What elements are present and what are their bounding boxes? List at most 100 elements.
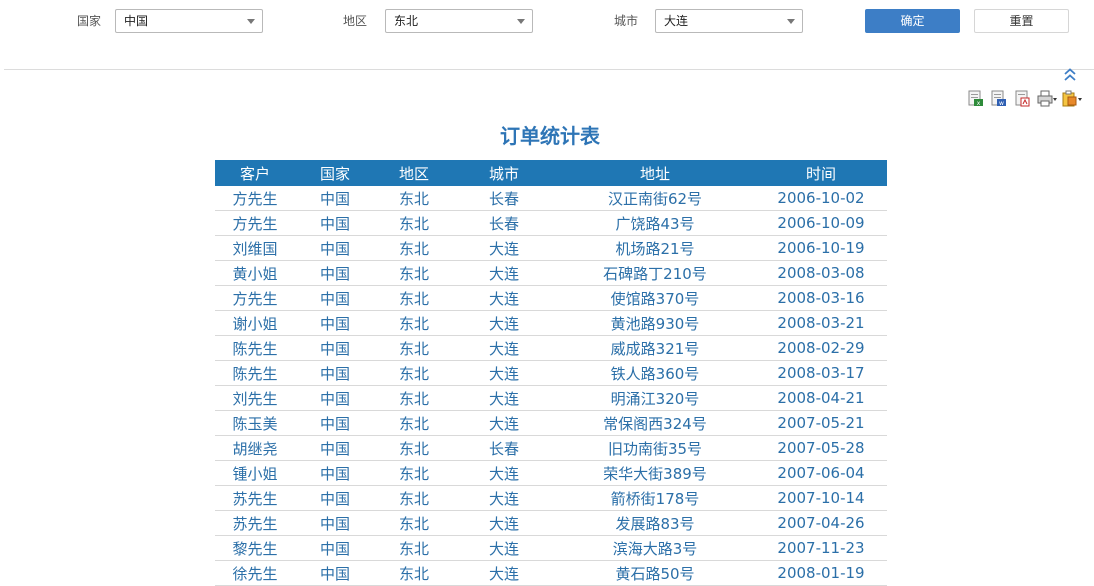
chevron-down-icon <box>247 19 255 24</box>
date-cell: 2007-05-28 <box>755 435 887 461</box>
region-cell: 东北 <box>375 510 453 536</box>
country-cell: 中国 <box>295 535 375 561</box>
country-select-value: 中国 <box>124 14 149 28</box>
date-cell: 2008-02-29 <box>755 335 887 361</box>
address-cell: 明涌江320号 <box>555 385 755 411</box>
date-cell: 2007-10-14 <box>755 485 887 511</box>
customer-cell: 方先生 <box>215 210 295 236</box>
customer-cell: 胡继尧 <box>215 435 295 461</box>
export-pdf-icon[interactable] <box>1015 90 1030 107</box>
country-cell: 中国 <box>295 235 375 261</box>
region-cell: 东北 <box>375 460 453 486</box>
city-select[interactable]: 大连 <box>655 9 803 33</box>
customer-cell: 陈先生 <box>215 335 295 361</box>
address-cell: 常保阁西324号 <box>555 410 755 436</box>
column-header: 时间 <box>755 160 887 186</box>
customer-cell: 苏先生 <box>215 510 295 536</box>
table-header-row: 客户 国家 地区 城市 地址 时间 <box>215 160 887 186</box>
address-cell: 荣华大街389号 <box>555 460 755 486</box>
region-select[interactable]: 东北 <box>385 9 533 33</box>
city-cell: 大连 <box>453 535 555 561</box>
customer-cell: 陈先生 <box>215 360 295 386</box>
chevron-down-icon <box>517 19 525 24</box>
table-row: 刘先生 中国 东北 大连 明涌江320号 2008-04-21 <box>215 385 887 411</box>
share-icon[interactable] <box>1062 90 1084 107</box>
print-icon[interactable] <box>1037 90 1057 107</box>
region-cell: 东北 <box>375 260 453 286</box>
country-cell: 中国 <box>295 485 375 511</box>
address-cell: 黄池路930号 <box>555 310 755 336</box>
customer-cell: 徐先生 <box>215 560 295 586</box>
city-cell: 大连 <box>453 560 555 586</box>
table-row: 苏先生 中国 东北 大连 发展路83号 2007-04-26 <box>215 510 887 536</box>
report-title: 订单统计表 <box>500 124 600 148</box>
country-cell: 中国 <box>295 435 375 461</box>
address-cell: 旧功南街35号 <box>555 435 755 461</box>
export-excel-icon[interactable]: x <box>968 90 983 107</box>
region-cell: 东北 <box>375 210 453 236</box>
city-cell: 大连 <box>453 410 555 436</box>
collapse-icon[interactable] <box>1061 68 1079 86</box>
table-row: 黎先生 中国 东北 大连 滨海大路3号 2007-11-23 <box>215 535 887 561</box>
address-cell: 箭桥街178号 <box>555 485 755 511</box>
city-cell: 长春 <box>453 210 555 236</box>
table-row: 陈先生 中国 东北 大连 威成路321号 2008-02-29 <box>215 335 887 361</box>
date-cell: 2007-05-21 <box>755 410 887 436</box>
table-row: 胡继尧 中国 东北 长春 旧功南街35号 2007-05-28 <box>215 435 887 461</box>
date-cell: 2007-11-23 <box>755 535 887 561</box>
customer-cell: 锺小姐 <box>215 460 295 486</box>
column-header: 地区 <box>375 160 453 186</box>
table-row: 锺小姐 中国 东北 大连 荣华大街389号 2007-06-04 <box>215 460 887 486</box>
address-cell: 机场路21号 <box>555 235 755 261</box>
customer-cell: 苏先生 <box>215 485 295 511</box>
country-cell: 中国 <box>295 335 375 361</box>
date-cell: 2006-10-09 <box>755 210 887 236</box>
table-body: 方先生 中国 东北 长春 汉正南街62号 2006-10-02 方先生 中国 东北 长春 广饶路43… <box>215 186 887 586</box>
date-cell: 2008-03-08 <box>755 260 887 286</box>
order-table: 客户 国家 地区 城市 地址 时间 方先生 中国 东北 长春 汉正南街62号 2006-10-02 方… <box>215 160 887 586</box>
address-cell: 滨海大路3号 <box>555 535 755 561</box>
column-header: 国家 <box>295 160 375 186</box>
region-cell: 东北 <box>375 435 453 461</box>
region-cell: 东北 <box>375 335 453 361</box>
table-row: 陈玉美 中国 东北 大连 常保阁西324号 2007-05-21 <box>215 410 887 436</box>
country-select[interactable]: 中国 <box>115 9 263 33</box>
city-cell: 大连 <box>453 235 555 261</box>
address-cell: 黄石路50号 <box>555 560 755 586</box>
city-cell: 大连 <box>453 310 555 336</box>
address-cell: 汉正南街62号 <box>555 186 755 211</box>
country-cell: 中国 <box>295 186 375 211</box>
svg-text:w: w <box>999 100 1004 107</box>
city-cell: 大连 <box>453 260 555 286</box>
customer-cell: 方先生 <box>215 186 295 211</box>
country-cell: 中国 <box>295 510 375 536</box>
date-cell: 2008-01-19 <box>755 560 887 586</box>
city-cell: 长春 <box>453 435 555 461</box>
country-cell: 中国 <box>295 310 375 336</box>
country-cell: 中国 <box>295 460 375 486</box>
table-row: 徐先生 中国 东北 大连 黄石路50号 2008-01-19 <box>215 560 887 586</box>
reset-button[interactable]: 重置 <box>974 9 1069 33</box>
country-label: 国家 <box>77 14 102 28</box>
city-cell: 大连 <box>453 510 555 536</box>
country-cell: 中国 <box>295 260 375 286</box>
column-header: 客户 <box>215 160 295 186</box>
address-cell: 威成路321号 <box>555 335 755 361</box>
date-cell: 2006-10-19 <box>755 235 887 261</box>
city-cell: 大连 <box>453 385 555 411</box>
confirm-button[interactable]: 确定 <box>865 9 960 33</box>
city-label: 城市 <box>614 14 639 28</box>
region-cell: 东北 <box>375 360 453 386</box>
region-select-value: 东北 <box>394 14 419 28</box>
customer-cell: 黄小姐 <box>215 260 295 286</box>
customer-cell: 陈玉美 <box>215 410 295 436</box>
table-row: 谢小姐 中国 东北 大连 黄池路930号 2008-03-21 <box>215 310 887 336</box>
filter-divider <box>4 69 1094 70</box>
export-word-icon[interactable]: w <box>991 90 1006 107</box>
date-cell: 2006-10-02 <box>755 186 887 211</box>
city-cell: 大连 <box>453 335 555 361</box>
country-cell: 中国 <box>295 385 375 411</box>
region-cell: 东北 <box>375 285 453 311</box>
table-row: 黄小姐 中国 东北 大连 石碑路丁210号 2008-03-08 <box>215 260 887 286</box>
svg-text:x: x <box>977 100 981 107</box>
